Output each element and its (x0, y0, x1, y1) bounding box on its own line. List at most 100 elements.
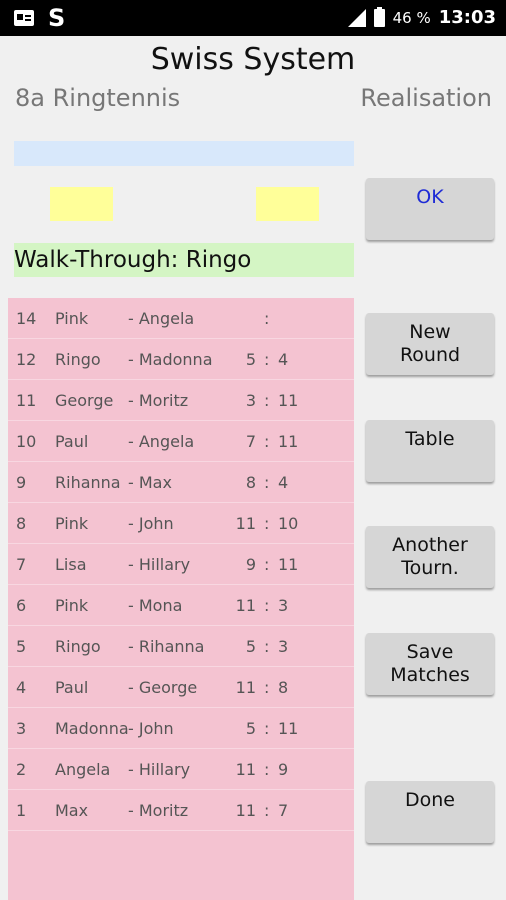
match-p1: Madonna (55, 719, 129, 738)
match-s1: 11 (235, 596, 256, 615)
match-sep: : (264, 596, 270, 615)
match-num: 10 (16, 432, 37, 451)
match-row[interactable]: 3 Madonna - John 5:11 (8, 708, 354, 749)
match-sep: : (264, 719, 270, 738)
match-p1: Pink (55, 309, 89, 328)
match-p1: Angela (55, 760, 111, 779)
save-matches-button[interactable]: Save Matches (366, 633, 494, 695)
walk-through-label: Walk-Through: Ringo (14, 243, 354, 277)
match-p2: - Hillary (128, 760, 191, 779)
match-p1: Ringo (55, 637, 101, 656)
match-p1: Paul (55, 678, 89, 697)
match-s1: 7 (245, 432, 256, 451)
match-list[interactable]: 14 Pink - Angela:12 Ringo - Madonna 5:4 11 Geor… (8, 298, 354, 900)
match-num: 5 (16, 637, 27, 656)
match-s1: 3 (245, 391, 256, 410)
match-s2: 11 (278, 555, 299, 574)
match-p2: - Madonna (128, 350, 213, 369)
info-bar (14, 141, 354, 166)
new-round-button[interactable]: New Round (366, 313, 494, 375)
ok-button[interactable]: OK (366, 178, 494, 240)
match-s2: 10 (278, 514, 299, 533)
match-sep: : (264, 514, 270, 533)
battery-percent: 46 % (392, 8, 431, 27)
match-num: 8 (16, 514, 27, 533)
match-num: 12 (16, 350, 37, 369)
match-row[interactable]: 6 Pink - Mona 11:3 (8, 585, 354, 626)
match-row[interactable]: 9 Rihanna - Max 8:4 (8, 462, 354, 503)
battery-icon (373, 6, 385, 27)
done-button[interactable]: Done (366, 781, 494, 843)
match-s1: 11 (235, 760, 256, 779)
notification-card-icon (14, 10, 34, 26)
match-p2: - Moritz (128, 801, 189, 820)
match-s2: 7 (278, 801, 289, 820)
tournament-name: 8a Ringtennis (15, 84, 181, 112)
match-s2: 11 (278, 391, 299, 410)
match-row[interactable]: 2 Angela - Hillary 11:9 (8, 749, 354, 790)
match-s2: 9 (278, 760, 289, 779)
match-p2: - John (128, 719, 174, 738)
table-button[interactable]: Table (366, 420, 494, 482)
score-field-right[interactable] (256, 187, 319, 221)
match-p2: - Max (128, 473, 172, 492)
match-s2: 4 (278, 473, 289, 492)
match-p1: Rihanna (55, 473, 121, 492)
match-p2: - Moritz (128, 391, 189, 410)
match-p2: - Hillary (128, 555, 191, 574)
match-sep: : (264, 309, 270, 328)
status-bar: S 46 % 13:03 (0, 0, 506, 36)
match-num: 6 (16, 596, 27, 615)
match-p1: Pink (55, 514, 89, 533)
match-s2: 4 (278, 350, 289, 369)
match-sep: : (264, 760, 270, 779)
match-row[interactable]: 10 Paul - Angela 7:11 (8, 421, 354, 462)
match-sep: : (264, 473, 270, 492)
match-s2: 3 (278, 637, 289, 656)
match-p2: - Angela (128, 309, 195, 328)
match-s2: 8 (278, 678, 289, 697)
match-p2: - Angela (128, 432, 195, 451)
match-num: 3 (16, 719, 27, 738)
match-row[interactable]: 8 Pink - John 11:10 (8, 503, 354, 544)
match-row[interactable]: 12 Ringo - Madonna 5:4 (8, 339, 354, 380)
score-field-left[interactable] (50, 187, 113, 221)
notification-s-icon: S (48, 4, 66, 32)
match-s1: 11 (235, 514, 256, 533)
match-sep: : (264, 432, 270, 451)
match-row[interactable]: 5 Ringo - Rihanna 5:3 (8, 626, 354, 667)
match-p2: - John (128, 514, 174, 533)
match-num: 2 (16, 760, 27, 779)
match-p1: Paul (55, 432, 89, 451)
match-s1: 5 (245, 350, 256, 369)
match-num: 4 (16, 678, 27, 697)
match-row[interactable]: 7 Lisa - Hillary 9:11 (8, 544, 354, 585)
match-row[interactable]: 11 George - Moritz 3:11 (8, 380, 354, 421)
match-sep: : (264, 350, 270, 369)
match-s2: 11 (278, 719, 299, 738)
match-s2: 11 (278, 432, 299, 451)
match-num: 7 (16, 555, 27, 574)
match-p1: Lisa (55, 555, 87, 574)
match-row[interactable]: 4 Paul - George 11:8 (8, 667, 354, 708)
match-sep: : (264, 637, 270, 656)
signal-icon (347, 8, 366, 27)
match-p1: Ringo (55, 350, 101, 369)
another-tournament-button[interactable]: Another Tourn. (366, 526, 494, 588)
mode-label: Realisation (360, 84, 492, 112)
match-row[interactable]: 14 Pink - Angela: (8, 298, 354, 339)
match-row[interactable]: 1 Max - Moritz 11:7 (8, 790, 354, 831)
match-num: 1 (16, 801, 27, 820)
match-p2: - Mona (128, 596, 183, 615)
match-sep: : (264, 678, 270, 697)
match-s2: 3 (278, 596, 289, 615)
match-sep: : (264, 555, 270, 574)
match-num: 11 (16, 391, 37, 410)
match-num: 9 (16, 473, 27, 492)
match-num: 14 (16, 309, 37, 328)
match-sep: : (264, 801, 270, 820)
match-s1: 8 (245, 473, 256, 492)
match-sep: : (264, 391, 270, 410)
match-p2: - George (128, 678, 198, 697)
match-s1: 11 (235, 678, 256, 697)
